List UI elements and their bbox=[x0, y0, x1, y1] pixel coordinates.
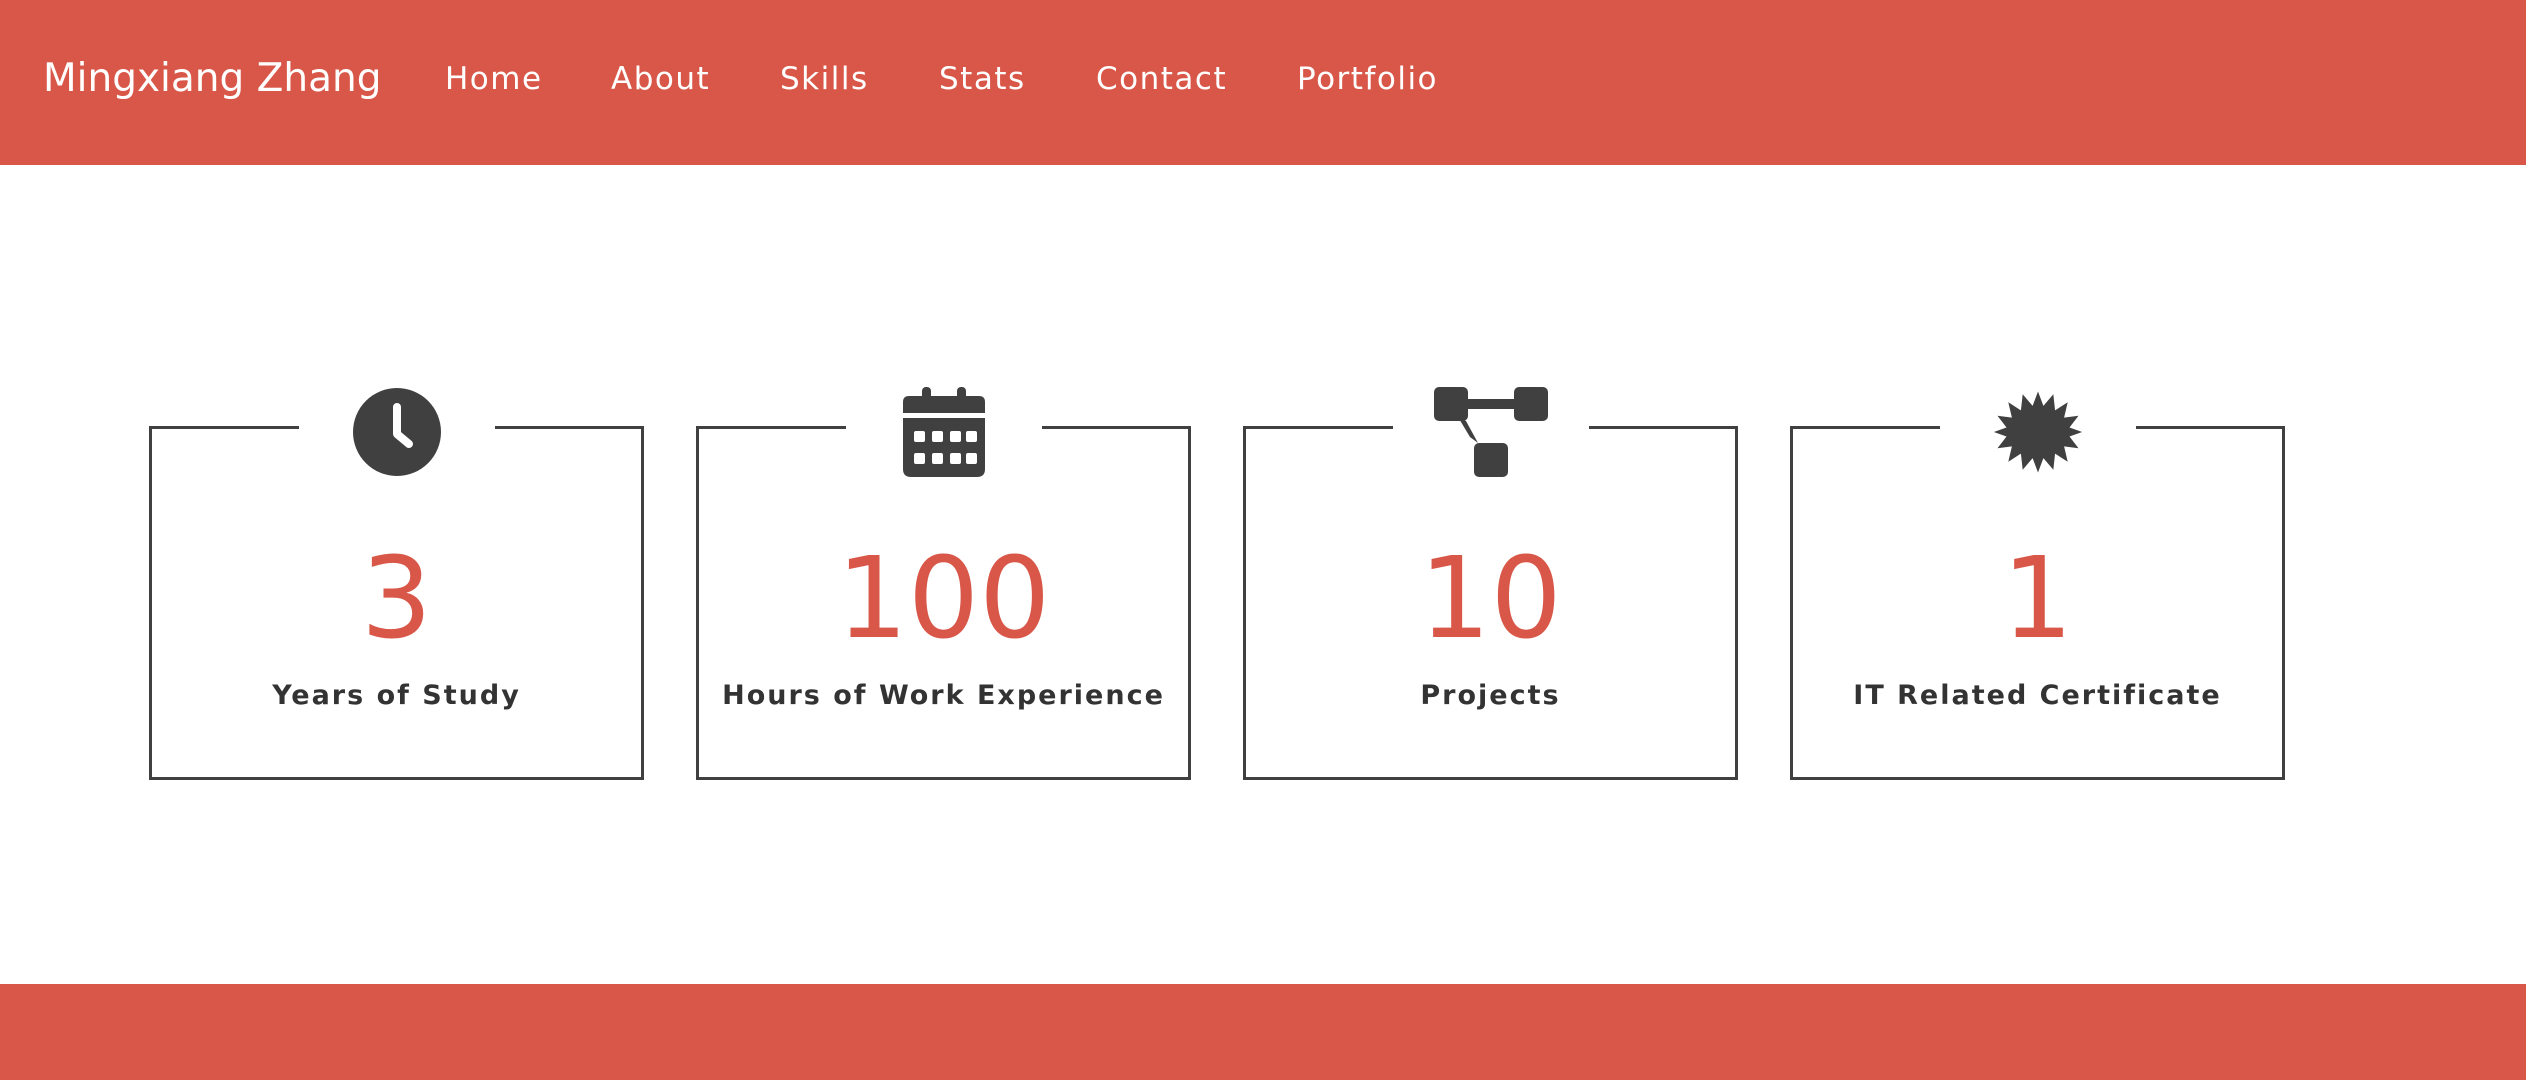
stat-card-certificate: 1 IT Related Certificate bbox=[1790, 391, 2285, 780]
brand-name[interactable]: Mingxiang Zhang bbox=[43, 56, 381, 102]
nav-link-about[interactable]: About bbox=[611, 60, 710, 98]
footer bbox=[0, 984, 2526, 1080]
nav-link-home[interactable]: Home bbox=[445, 60, 543, 98]
clock-icon bbox=[352, 387, 442, 477]
stat-value: 1 bbox=[2001, 534, 2074, 664]
navbar: Mingxiang Zhang Home About Skills Stats … bbox=[0, 0, 2526, 165]
calendar-icon bbox=[899, 387, 989, 477]
stat-label: Projects bbox=[1420, 680, 1561, 711]
stat-value: 100 bbox=[836, 534, 1051, 664]
certificate-icon bbox=[1993, 387, 2083, 477]
project-diagram-icon bbox=[1434, 387, 1548, 477]
stat-card-projects: 10 Projects bbox=[1243, 387, 1738, 780]
stat-value: 10 bbox=[1419, 534, 1562, 664]
nav-link-contact[interactable]: Contact bbox=[1096, 60, 1227, 98]
stat-value: 3 bbox=[360, 534, 433, 664]
nav-link-stats[interactable]: Stats bbox=[939, 60, 1026, 98]
stat-label: Hours of Work Experience bbox=[722, 680, 1165, 711]
stat-label: Years of Study bbox=[272, 680, 521, 711]
nav-link-portfolio[interactable]: Portfolio bbox=[1297, 60, 1438, 98]
stat-label: IT Related Certificate bbox=[1853, 680, 2222, 711]
stat-card-study: 3 Years of Study bbox=[149, 388, 644, 780]
stat-card-hours: 100 Hours of Work Experience bbox=[696, 387, 1191, 780]
nav-link-skills[interactable]: Skills bbox=[780, 60, 869, 98]
